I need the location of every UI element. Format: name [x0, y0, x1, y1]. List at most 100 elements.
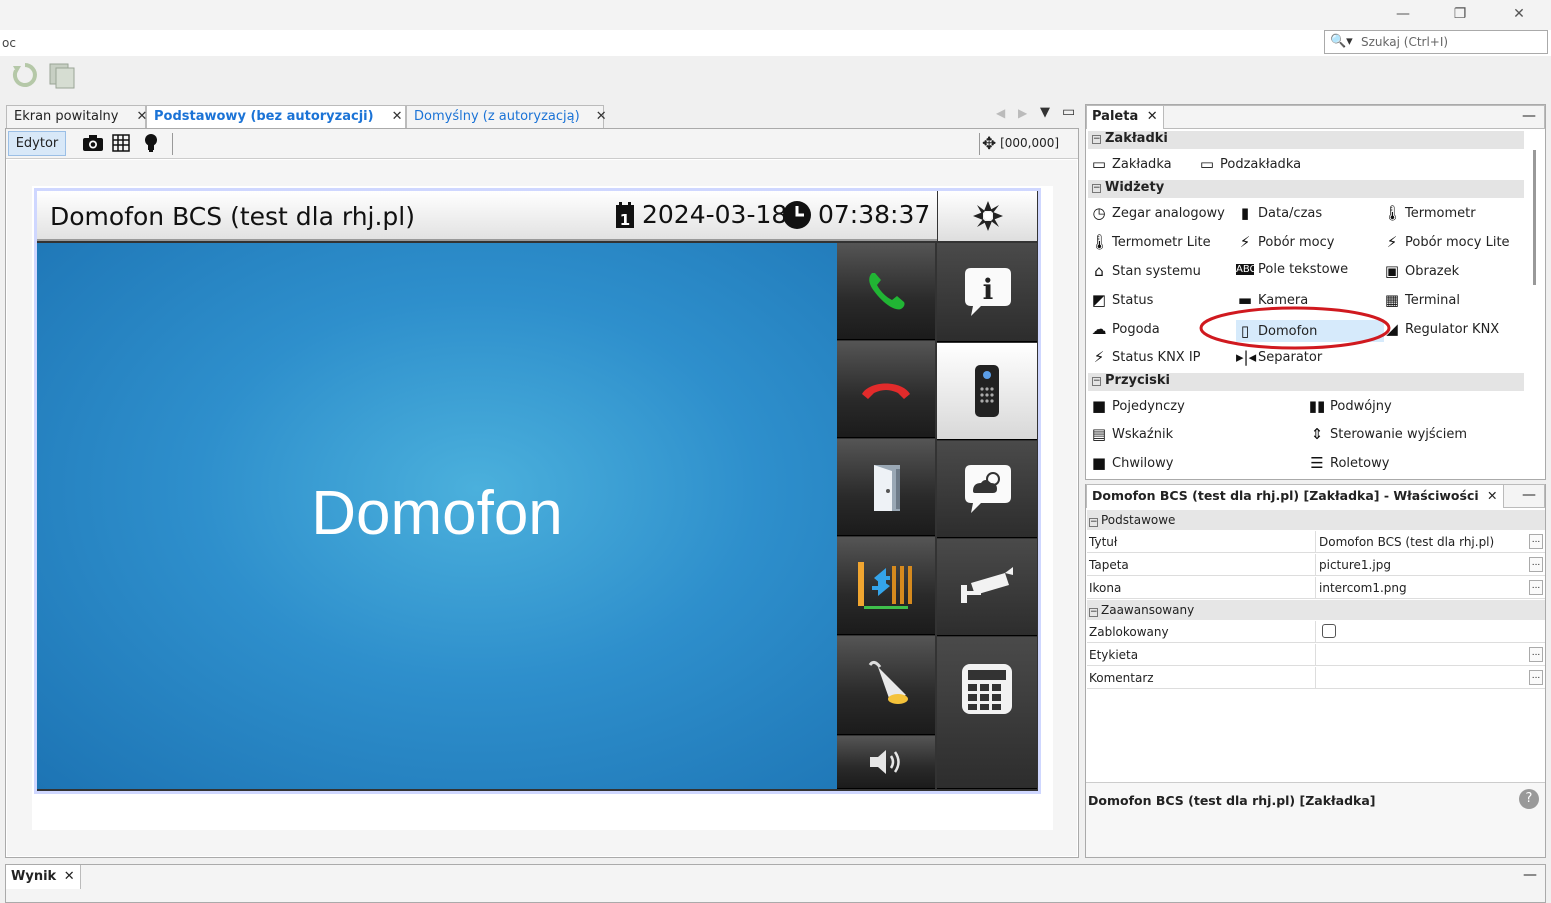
palette-item-termometr-lite[interactable]: 🌡 Termometr Lite — [1090, 233, 1211, 251]
prop-row-zablokowany[interactable]: Zablokowany — [1087, 621, 1545, 643]
bell-button[interactable] — [837, 636, 935, 735]
tab-ekran-powitalny[interactable]: Ekran powitalny ✕ — [6, 105, 147, 128]
lightning-icon: ⚡ — [1386, 233, 1398, 251]
item-label: Status — [1112, 292, 1154, 308]
nav-info-button[interactable]: i — [937, 243, 1037, 342]
palette-item-zakladka[interactable]: ▭ Zakładka — [1090, 155, 1172, 173]
palette-item-podzakladka[interactable]: ▭ Podzakładka — [1198, 155, 1301, 173]
close-tab-icon[interactable]: ✕ — [392, 109, 403, 124]
tabs-list-icon[interactable]: ▼ — [1040, 105, 1050, 120]
subtab-icon: ▭ — [1199, 155, 1215, 173]
section-przyciski[interactable]: − Przyciski — [1088, 373, 1524, 391]
nav-intercom-button[interactable] — [937, 343, 1037, 440]
minimize-icon[interactable]: — — [1388, 4, 1418, 24]
nav-weather-button[interactable] — [937, 441, 1037, 538]
browse-button[interactable]: ... — [1529, 647, 1543, 662]
camera-icon[interactable] — [82, 134, 104, 152]
copy-icon[interactable] — [46, 60, 76, 90]
call-hangup-button[interactable] — [837, 341, 935, 438]
palette-item-data-czas[interactable]: ▮ Data/czas — [1236, 204, 1322, 222]
palette-item-stan-systemu[interactable]: ⌂ Stan systemu — [1090, 262, 1201, 280]
palette-item-wskaznik[interactable]: ▤ Wskaźnik — [1090, 425, 1173, 443]
nav-keypad-button[interactable] — [937, 637, 1037, 789]
prop-value[interactable]: intercom1.png — [1319, 581, 1407, 595]
palette-item-pobor-mocy[interactable]: ⚡ Pobór mocy — [1236, 233, 1335, 251]
browse-button[interactable]: ... — [1529, 580, 1543, 595]
prop-value[interactable]: Domofon BCS (test dla rhj.pl) — [1319, 535, 1494, 549]
item-label: Separator — [1258, 349, 1323, 365]
nav-camera-button[interactable] — [937, 539, 1037, 636]
restore-icon[interactable]: ❐ — [1445, 4, 1475, 24]
group-podstawowe[interactable]: − Podstawowe — [1087, 510, 1545, 530]
palette-scrollbar[interactable] — [1533, 150, 1536, 285]
palette-item-pole-tekstowe[interactable]: ABC Pole tekstowe — [1236, 262, 1348, 277]
palette-item-pogoda[interactable]: ☁ Pogoda — [1090, 320, 1160, 338]
close-window-icon[interactable]: ✕ — [1504, 4, 1534, 24]
minimize-panel-icon[interactable]: — — [1523, 867, 1537, 883]
palette-tab[interactable]: Paleta ✕ — [1087, 106, 1164, 129]
prop-row-ikona[interactable]: Ikona intercom1.png... — [1087, 577, 1545, 599]
palette-item-sterowanie[interactable]: ⇕ Sterowanie wyjściem — [1308, 425, 1467, 443]
palette-item-pojedynczy[interactable]: ■ Pojedynczy — [1090, 397, 1185, 415]
gate-button[interactable] — [837, 537, 935, 635]
item-label: Termometr Lite — [1112, 234, 1211, 250]
close-tab-icon[interactable]: ✕ — [64, 869, 75, 884]
browse-button[interactable]: ... — [1529, 557, 1543, 572]
palette-item-chwilowy[interactable]: ■ Chwilowy — [1090, 454, 1174, 472]
volume-button[interactable] — [837, 736, 935, 789]
help-icon[interactable]: ? — [1519, 789, 1539, 809]
lightbulb-icon[interactable] — [143, 133, 159, 153]
item-label: Chwilowy — [1112, 455, 1174, 471]
browse-button[interactable]: ... — [1529, 534, 1543, 549]
highlight-annotation — [1198, 305, 1392, 351]
output-tab[interactable]: Wynik ✕ — [6, 865, 81, 889]
palette-item-pobor-mocy-lite[interactable]: ⚡ Pobór mocy Lite — [1383, 233, 1510, 251]
close-tab-icon[interactable]: ✕ — [596, 109, 607, 124]
minimize-panel-icon[interactable]: — — [1522, 487, 1536, 503]
image-icon: ▣ — [1384, 262, 1400, 280]
text-field-icon: ABC — [1236, 264, 1257, 275]
refresh-icon[interactable] — [10, 60, 40, 90]
close-tab-icon[interactable]: ✕ — [1487, 488, 1497, 503]
cloud-icon: ☁ — [1091, 320, 1107, 338]
browse-button[interactable]: ... — [1529, 670, 1543, 685]
move-coordinates: ✥ [000,000] — [982, 134, 1059, 154]
grid-icon[interactable] — [111, 133, 133, 153]
prop-value[interactable]: picture1.jpg — [1319, 558, 1391, 572]
maximize-panel-icon[interactable]: ▭ — [1062, 104, 1075, 120]
palette-item-status[interactable]: ◩ Status — [1090, 291, 1154, 309]
locked-checkbox[interactable] — [1322, 624, 1336, 638]
palette-item-terminal[interactable]: ▦ Terminal — [1383, 291, 1460, 309]
minimize-panel-icon[interactable]: — — [1522, 108, 1536, 124]
tabs-scroll-right-icon[interactable]: ▶ — [1018, 106, 1027, 120]
section-widzety[interactable]: − Widżety — [1088, 180, 1524, 198]
item-label: Pole tekstowe — [1258, 262, 1349, 277]
toolbar-divider — [172, 133, 173, 155]
palette-item-termometr[interactable]: 🌡 Termometr — [1383, 204, 1476, 222]
properties-header: Domofon BCS (test dla rhj.pl) [Zakładka]… — [1086, 484, 1545, 508]
group-zaawansowany[interactable]: − Zaawansowany — [1087, 600, 1545, 620]
tab-podstawowy[interactable]: Podstawowy (bez autoryzacji) ✕ — [146, 105, 406, 128]
palette-item-zegar[interactable]: ◷ Zegar analogowy — [1090, 204, 1224, 222]
search-input[interactable]: 🔍▾ Szukaj (Ctrl+I) — [1324, 30, 1548, 54]
palette-item-podwojny[interactable]: ▮▮ Podwójny — [1308, 397, 1392, 415]
palette-item-obrazek[interactable]: ▣ Obrazek — [1383, 262, 1459, 280]
toolbar-divider — [979, 133, 980, 155]
editor-mode-button[interactable]: Edytor — [8, 131, 66, 156]
close-tab-icon[interactable]: ✕ — [1147, 109, 1158, 124]
search-placeholder: Szukaj (Ctrl+I) — [1361, 35, 1449, 49]
tabs-scroll-left-icon[interactable]: ◀ — [996, 106, 1005, 120]
door-open-button[interactable] — [837, 439, 935, 536]
prop-row-tytul[interactable]: Tytuł Domofon BCS (test dla rhj.pl)... — [1087, 531, 1545, 553]
palette-item-status-knx-ip[interactable]: ⚡ Status KNX IP — [1090, 348, 1201, 366]
tab-domyslny[interactable]: Domyślny (z autoryzacją) ✕ — [406, 105, 607, 128]
prop-row-etykieta[interactable]: Etykieta... — [1087, 644, 1545, 666]
prop-row-komentarz[interactable]: Komentarz... — [1087, 667, 1545, 689]
palette-item-regulator-knx[interactable]: ◢ Regulator KNX — [1383, 320, 1499, 338]
prop-row-tapeta[interactable]: Tapeta picture1.jpg... — [1087, 554, 1545, 576]
call-answer-button[interactable] — [837, 243, 935, 340]
section-zakladki[interactable]: − Zakładki — [1088, 131, 1524, 149]
palette-item-roletowy[interactable]: ☰ Roletowy — [1308, 454, 1389, 472]
prop-key: Tapeta — [1089, 558, 1129, 572]
properties-tab[interactable]: Domofon BCS (test dla rhj.pl) [Zakładka]… — [1087, 485, 1504, 508]
